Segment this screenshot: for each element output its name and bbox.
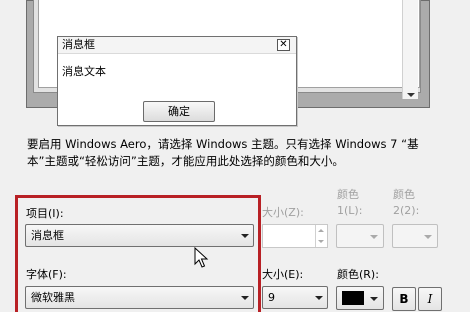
font-color-label: 颜色(R): [337,268,379,281]
scroll-down-arrow-icon [407,93,415,97]
close-icon: ✕ [277,39,290,51]
size-spinner[interactable] [262,224,328,248]
ok-button: 确定 [143,101,215,122]
color2-label-line2: 2(2): [393,204,420,217]
bold-button[interactable]: B [392,287,416,311]
font-size-label: 大小(E): [262,268,304,281]
font-select-value: 微软雅黑 [31,291,75,304]
color2-picker[interactable] [392,224,438,248]
chevron-down-icon [424,235,432,239]
color1-label-line1: 颜色 [337,188,359,201]
preview-message-box: 消息框 ✕ 消息文本 确定 [57,36,297,126]
chevron-down-icon [241,234,249,238]
color1-label-line2: 1(L): [337,204,363,217]
mouse-pointer-icon [194,247,209,268]
color2-label-line1: 颜色 [393,188,415,201]
font-size-select[interactable]: 9 [262,286,328,309]
item-label: 项目(I): [26,207,64,220]
spin-up-icon[interactable] [315,225,327,236]
spin-down-icon[interactable] [315,236,327,247]
item-select-value: 消息框 [31,229,64,242]
chevron-down-icon [370,235,378,239]
font-size-value: 9 [268,291,275,304]
message-box-title: 消息框 [62,38,95,51]
message-box-title-bar: 消息框 ✕ [58,37,296,54]
font-color-picker[interactable] [336,286,384,310]
preview-scrollbar [402,0,418,99]
message-box-text: 消息文本 [62,65,106,78]
color1-picker[interactable] [336,224,384,248]
italic-button[interactable]: I [418,287,442,311]
item-select[interactable]: 消息框 [25,224,254,247]
font-select[interactable]: 微软雅黑 [25,286,254,309]
font-label: 字体(F): [26,268,67,281]
chevron-down-icon [315,296,323,300]
font-color-swatch [342,291,364,305]
chevron-down-icon [370,297,378,301]
aero-info-text: 要启用 Windows Aero，请选择 Windows 主题。只有选择 Win… [27,137,419,168]
size-label: 大小(Z): [262,206,304,219]
chevron-down-icon [241,296,249,300]
